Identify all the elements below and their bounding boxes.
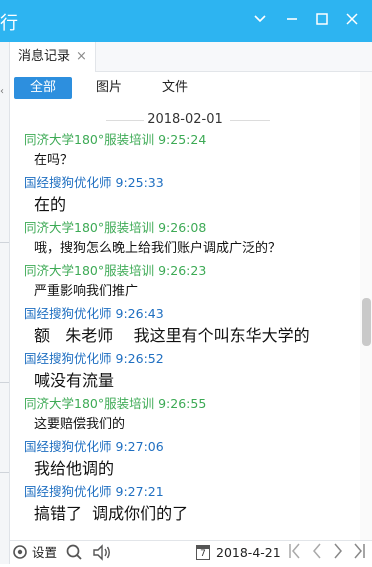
- message-time: 9:26:52: [115, 351, 164, 366]
- separator-date: 2018-02-01: [147, 112, 223, 127]
- minimize-icon[interactable]: [281, 10, 303, 32]
- message-header: 国经搜狗优化师 9:26:52: [24, 349, 360, 368]
- bottom-toolbar: 设置 7 2018-4-21: [10, 540, 372, 564]
- settings-gear-icon[interactable]: [12, 544, 28, 564]
- left-pane-edge: ‹: [0, 42, 10, 564]
- first-page-icon[interactable]: [288, 541, 302, 567]
- message-item: 同济大学180°服装培训 9:26:55 这要赔偿我们的: [10, 394, 360, 437]
- filter-images-button[interactable]: 图片: [80, 77, 138, 99]
- message-text: 哦，搜狗怎么晚上给我们账户调成广泛的？: [34, 241, 282, 256]
- current-date[interactable]: 2018-4-21: [216, 545, 281, 561]
- chevron-down-icon[interactable]: [249, 10, 271, 32]
- message-text: 在吗？: [34, 153, 74, 168]
- message-header: 国经搜狗优化师 9:27:06: [24, 437, 360, 456]
- sender-name: 同济大学180°服装培训: [24, 132, 155, 147]
- title-bar: 行: [0, 0, 372, 42]
- filter-files-button[interactable]: 文件: [146, 77, 204, 99]
- message-text: 这要赔偿我们的: [34, 417, 126, 432]
- divider: [0, 472, 9, 473]
- prev-page-icon[interactable]: [311, 541, 323, 567]
- sender-name: 国经搜狗优化师: [24, 439, 112, 454]
- message-text: 我给他调的: [34, 459, 115, 478]
- next-page-icon[interactable]: [332, 541, 344, 567]
- divider: [0, 242, 9, 243]
- message-text: 喊没有流量: [34, 371, 115, 390]
- message-item: 国经搜狗优化师 9:27:06 我给他调的: [10, 437, 360, 482]
- search-icon[interactable]: [66, 544, 83, 565]
- sender-name: 同济大学180°服装培训: [24, 396, 155, 411]
- filter-bar: 全部 图片 文件: [10, 72, 360, 104]
- message-item: 同济大学180°服装培训 9:26:08 哦，搜狗怎么晚上给我们账户调成广泛的？: [10, 218, 360, 261]
- maximize-icon[interactable]: [311, 10, 333, 32]
- filter-all-button[interactable]: 全部: [14, 77, 72, 99]
- close-icon[interactable]: [341, 10, 363, 32]
- message-time: 9:26:08: [158, 220, 207, 235]
- tab-bar: 消息记录 ×: [10, 42, 372, 72]
- message-header: 同济大学180°服装培训 9:26:55: [24, 394, 360, 413]
- message-time: 9:25:24: [158, 132, 207, 147]
- scrollbar-thumb[interactable]: [362, 298, 371, 346]
- tab-close-icon[interactable]: ×: [76, 42, 87, 72]
- separator-line: [230, 120, 270, 121]
- calendar-icon[interactable]: 7: [196, 545, 210, 560]
- message-item: 国经搜狗优化师 9:26:52 喊没有流量: [10, 349, 360, 394]
- message-header: 国经搜狗优化师 9:25:33: [24, 173, 360, 192]
- sender-name: 国经搜狗优化师: [24, 484, 112, 499]
- message-time: 9:27:21: [115, 484, 164, 499]
- message-list[interactable]: 同济大学180°服装培训 9:25:24 在吗？ 国经搜狗优化师 9:25:33…: [10, 130, 360, 540]
- message-text: 搞错了 调成你们的了: [34, 504, 189, 523]
- message-text: 严重影响我们推广: [34, 284, 139, 299]
- date-separator: 2018-02-01: [10, 110, 360, 130]
- message-time: 9:27:06: [115, 439, 164, 454]
- divider: [0, 382, 9, 383]
- message-header: 同济大学180°服装培训 9:26:23: [24, 261, 360, 280]
- tab-label: 消息记录: [18, 49, 71, 64]
- sender-name: 同济大学180°服装培训: [24, 263, 155, 278]
- speaker-icon[interactable]: [92, 544, 112, 565]
- message-time: 9:25:33: [115, 175, 164, 190]
- message-header: 国经搜狗优化师 9:26:43: [24, 304, 360, 323]
- message-item: 同济大学180°服装培训 9:25:24 在吗？: [10, 130, 360, 173]
- message-time: 9:26:43: [115, 306, 164, 321]
- message-header: 同济大学180°服装培训 9:25:24: [24, 130, 360, 149]
- last-page-icon[interactable]: [352, 541, 366, 567]
- message-item: 国经搜狗优化师 9:25:33 在的: [10, 173, 360, 218]
- window-title: 行: [0, 13, 18, 34]
- sender-name: 国经搜狗优化师: [24, 175, 112, 190]
- message-header: 国经搜狗优化师 9:27:21: [24, 482, 360, 501]
- sender-name: 国经搜狗优化师: [24, 351, 112, 366]
- message-item: 国经搜狗优化师 9:26:43 额 朱老师 我这里有个叫东华大学的: [10, 304, 360, 349]
- message-item: 国经搜狗优化师 9:27:21 搞错了 调成你们的了: [10, 482, 360, 527]
- collapse-arrow-icon[interactable]: ‹: [0, 86, 4, 97]
- tab-message-history[interactable]: 消息记录 ×: [10, 42, 96, 72]
- message-time: 9:26:23: [158, 263, 207, 278]
- message-time: 9:26:55: [158, 396, 207, 411]
- message-header: 同济大学180°服装培训 9:26:08: [24, 218, 360, 237]
- sender-name: 同济大学180°服装培训: [24, 220, 155, 235]
- sender-name: 国经搜狗优化师: [24, 306, 112, 321]
- message-text: 在的: [34, 195, 67, 214]
- message-item: 同济大学180°服装培训 9:26:23 严重影响我们推广: [10, 261, 360, 304]
- settings-button[interactable]: 设置: [32, 545, 57, 561]
- message-text: 额 朱老师 我这里有个叫东华大学的: [34, 326, 310, 345]
